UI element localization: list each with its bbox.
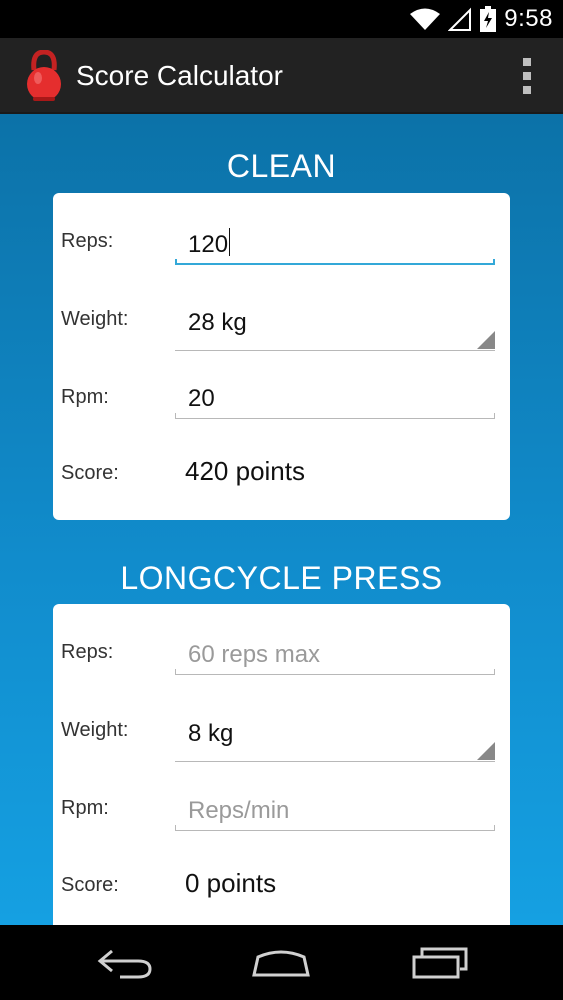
clean-title: CLEAN [226,148,337,184]
app-title: Score Calculator [76,60,283,91]
navigation-bar [0,925,563,1000]
clean-weight-label: Weight: [61,308,129,330]
kettlebell-icon[interactable] [24,50,64,102]
clean-reps-label: Reps: [61,230,114,252]
text-cursor [229,228,231,256]
longcycle-reps-input[interactable]: 60 reps max [175,635,495,675]
clean-rpm-input[interactable]: 20 [175,379,495,419]
signal-icon [448,7,472,31]
longcycle-title: LONGCYCLE PRESS [120,560,443,596]
clean-score-label: Score: [61,462,119,484]
clean-score-value: 420 points [185,456,305,486]
recent-apps-icon[interactable] [404,943,474,983]
longcycle-score-label: Score: [61,874,119,896]
longcycle-weight-spinner[interactable]: 8 kg [175,720,495,762]
dropdown-arrow-icon [477,742,495,760]
wifi-icon [410,8,441,30]
longcycle-reps-placeholder: 60 reps max [188,641,321,668]
longcycle-reps-label: Reps: [61,641,114,663]
overflow-menu-button[interactable] [521,58,533,94]
status-time: 9:58 [504,5,553,32]
clean-weight-value: 28 kg [188,309,247,336]
longcycle-rpm-label: Rpm: [61,797,109,819]
clean-card: Reps: 120 Weight: 28 kg Rpm: 20 Score: 4… [53,193,510,520]
longcycle-weight-value: 8 kg [188,720,234,747]
longcycle-score-value: 0 points [185,868,277,898]
home-icon[interactable] [246,943,316,983]
battery-charging-icon [480,6,497,32]
longcycle-rpm-placeholder: Reps/min [188,797,290,824]
clean-reps-value: 120 [188,231,229,258]
overflow-menu-icon [523,58,531,66]
status-bar: 9:58 [0,0,563,38]
longcycle-weight-label: Weight: [61,719,129,741]
dropdown-arrow-icon [477,331,495,349]
longcycle-card: Reps: 60 reps max Weight: 8 kg Rpm: Reps… [53,604,510,925]
longcycle-rpm-input[interactable]: Reps/min [175,791,495,831]
clean-reps-input[interactable]: 120 [175,225,495,265]
clean-rpm-value: 20 [188,385,215,412]
content-area: CLEAN Reps: 120 Weight: 28 kg Rpm: 20 Sc… [0,114,563,925]
clean-rpm-label: Rpm: [61,386,109,408]
clean-weight-spinner[interactable]: 28 kg [175,309,495,351]
status-icons: 9:58 [410,4,553,34]
back-icon[interactable] [90,943,160,983]
action-bar: Score Calculator [0,38,563,114]
